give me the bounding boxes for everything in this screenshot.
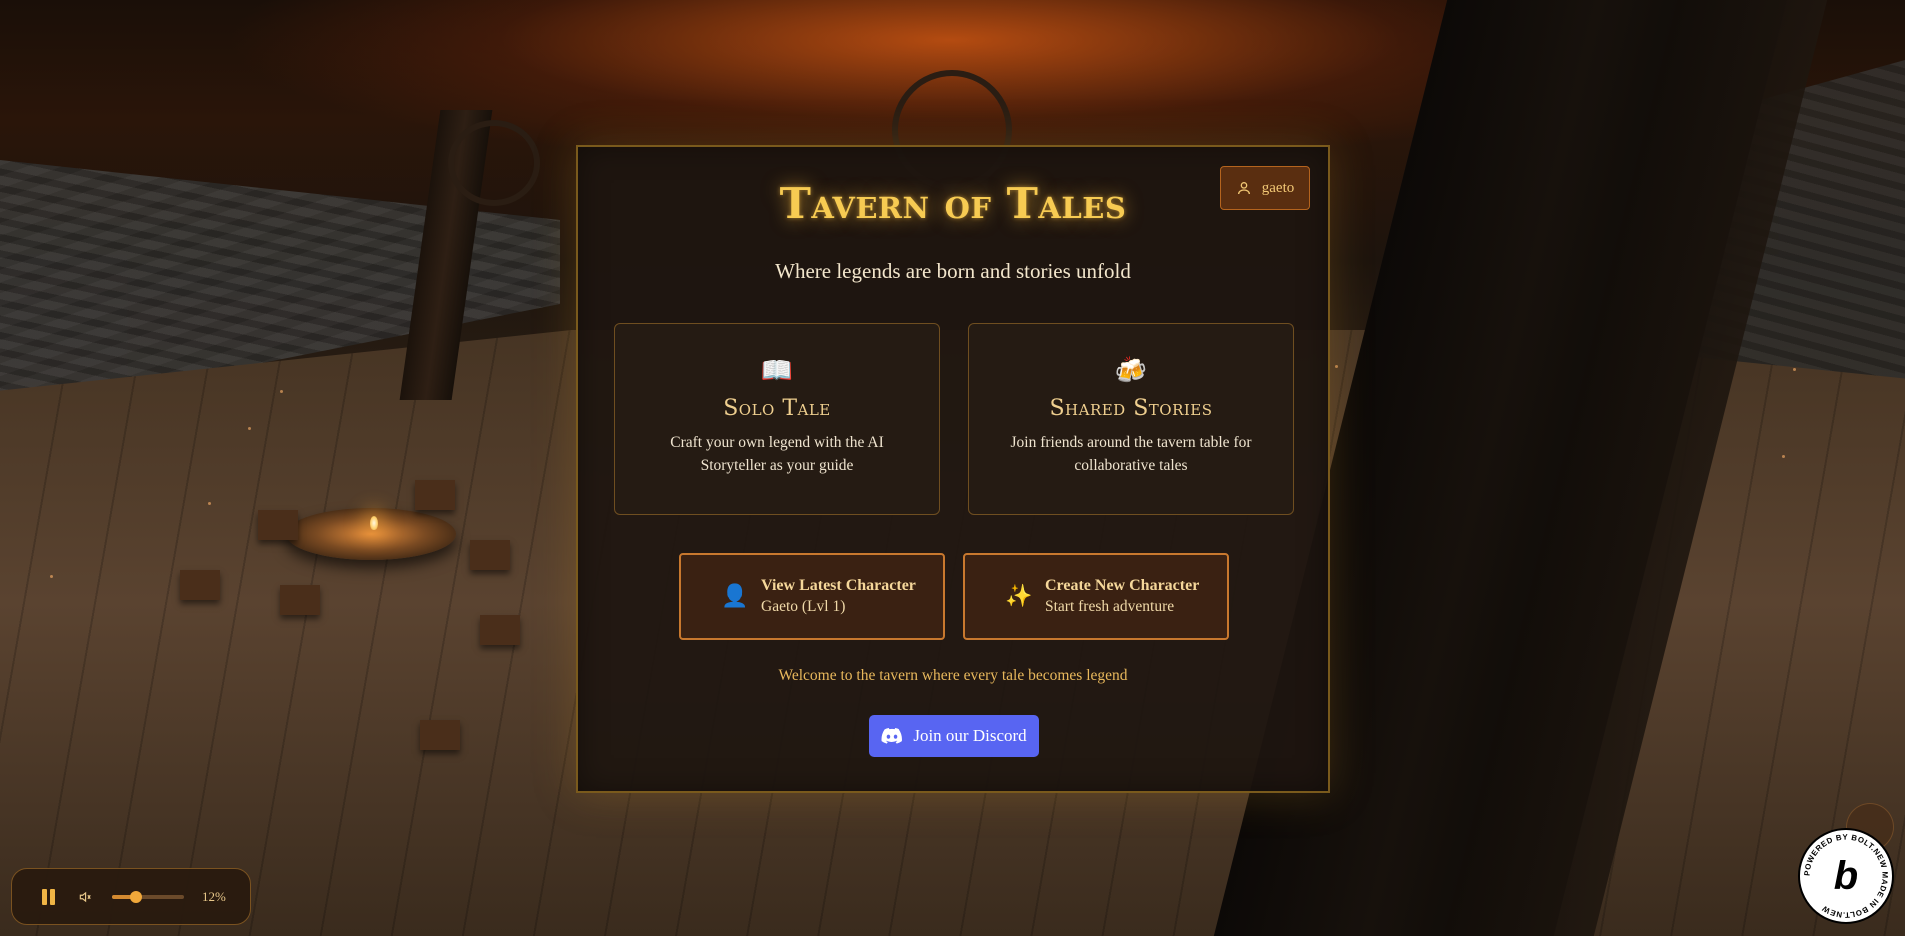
mode-title: Solo Tale (723, 396, 831, 421)
chair (470, 540, 510, 570)
pause-bar (50, 888, 55, 905)
ember (248, 427, 251, 430)
candle-flame (370, 516, 378, 530)
ember (50, 575, 53, 578)
chair (420, 720, 460, 750)
volume-value: 12% (202, 888, 226, 904)
chair (415, 480, 455, 510)
shared-stories-card[interactable]: 🍻 Shared Stories Join friends around the… (968, 323, 1294, 515)
welcome-text: Welcome to the tavern where every tale b… (778, 667, 1128, 684)
join-discord-button[interactable]: Join our Discord (869, 715, 1039, 757)
page-title: Tavern of Tales (779, 179, 1127, 228)
mode-title: Shared Stories (1049, 396, 1213, 421)
discord-label: Join our Discord (913, 726, 1027, 745)
chair (180, 570, 220, 600)
badge-ring-text: POWERED BY BOLT.NEW MADE IN BOLT.NEW (1802, 833, 1889, 920)
view-latest-character-button[interactable]: 👤 View Latest Character Gaeto (Lvl 1) (679, 553, 945, 640)
ember (1793, 368, 1796, 371)
tavern-table (286, 508, 456, 560)
chair (258, 510, 298, 540)
open-book-icon: 📖 (760, 356, 794, 386)
pause-bar (42, 888, 47, 905)
beer-mugs-icon: 🍻 (1114, 356, 1148, 386)
svg-text:POWERED BY BOLT.NEW MADE IN BO: POWERED BY BOLT.NEW MADE IN BOLT.NEW (1802, 833, 1889, 920)
discord-icon (881, 728, 903, 744)
create-new-character-button[interactable]: ✨ Create New Character Start fresh adven… (963, 553, 1229, 640)
solo-tale-card[interactable]: 📖 Solo Tale Craft your own legend with t… (614, 323, 940, 515)
mode-description: Craft your own legend with the AI Storyt… (670, 434, 884, 474)
chair (480, 615, 520, 645)
button-label: View Latest Character (761, 577, 916, 594)
volume-knob[interactable] (129, 890, 142, 903)
ember (208, 502, 211, 505)
button-label: Create New Character (1045, 577, 1200, 594)
sparkles-icon: ✨ (1005, 584, 1033, 609)
chandelier (448, 120, 540, 206)
music-player: 12% (11, 868, 251, 925)
pause-icon[interactable] (42, 888, 56, 905)
ember (1782, 455, 1785, 458)
volume-icon[interactable] (78, 890, 92, 904)
main-menu-panel: gaeto Tavern of Tales Where legends are … (576, 145, 1330, 793)
ember (1335, 365, 1338, 368)
character-summary: Gaeto (Lvl 1) (761, 598, 846, 615)
volume-slider[interactable] (112, 890, 184, 903)
person-icon: 👤 (721, 584, 749, 609)
ember (280, 390, 283, 393)
chair (280, 585, 320, 615)
page-subtitle: Where legends are born and stories unfol… (775, 259, 1131, 283)
mode-description: Join friends around the tavern table for… (1010, 434, 1252, 474)
bolt-badge[interactable]: POWERED BY BOLT.NEW MADE IN BOLT.NEW b (1798, 828, 1894, 924)
button-sublabel: Start fresh adventure (1045, 598, 1175, 615)
